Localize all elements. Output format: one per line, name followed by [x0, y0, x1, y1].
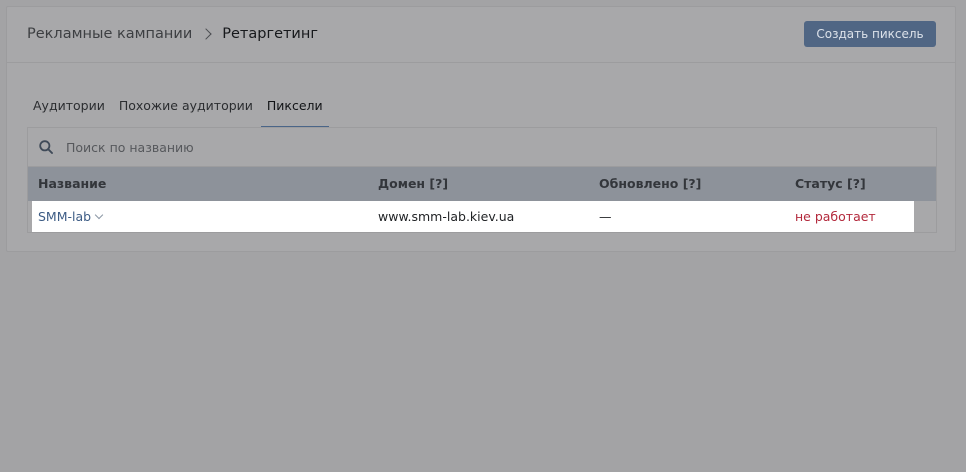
column-header-domain[interactable]: Домен [?]: [378, 176, 448, 191]
tab-lookalike-audiences[interactable]: Похожие аудитории: [113, 95, 259, 128]
breadcrumb-current: Ретаргетинг: [222, 26, 318, 42]
pixel-domain: www.smm-lab.kiev.ua: [378, 209, 515, 224]
breadcrumb: Рекламные кампании Ретаргетинг: [27, 24, 318, 44]
card-header: Рекламные кампании Ретаргетинг Создать п…: [7, 7, 955, 63]
column-header-updated[interactable]: Обновлено [?]: [599, 176, 701, 191]
table-row[interactable]: SMM-lab www.smm-lab.kiev.ua — не работае…: [32, 201, 914, 232]
breadcrumb-ad-campaigns-link[interactable]: Рекламные кампании: [27, 24, 192, 44]
search-icon: [39, 140, 53, 154]
tabs: Аудитории Похожие аудитории Пиксели: [27, 95, 331, 129]
create-pixel-button[interactable]: Создать пиксель: [804, 21, 936, 47]
pixel-updated: —: [599, 209, 612, 224]
pixel-name-dropdown[interactable]: SMM-lab: [38, 209, 104, 224]
column-header-name[interactable]: Название: [38, 176, 106, 191]
chevron-down-icon[interactable]: [94, 210, 104, 219]
search-row: [28, 128, 936, 167]
search-input[interactable]: [66, 137, 886, 157]
table-header: Название Домен [?] Обновлено [?] Статус …: [28, 167, 936, 201]
column-header-status[interactable]: Статус [?]: [795, 176, 866, 191]
pixels-table: Название Домен [?] Обновлено [?] Статус …: [27, 127, 937, 233]
tab-pixels[interactable]: Пиксели: [260, 95, 329, 128]
pixels-card: Рекламные кампании Ретаргетинг Создать п…: [6, 6, 956, 252]
pixel-status-badge: не работает: [795, 209, 876, 224]
pixel-name[interactable]: SMM-lab: [38, 209, 91, 224]
chevron-right-icon: [200, 28, 212, 40]
row-tail: [914, 201, 936, 232]
tab-audiences[interactable]: Аудитории: [27, 95, 111, 128]
